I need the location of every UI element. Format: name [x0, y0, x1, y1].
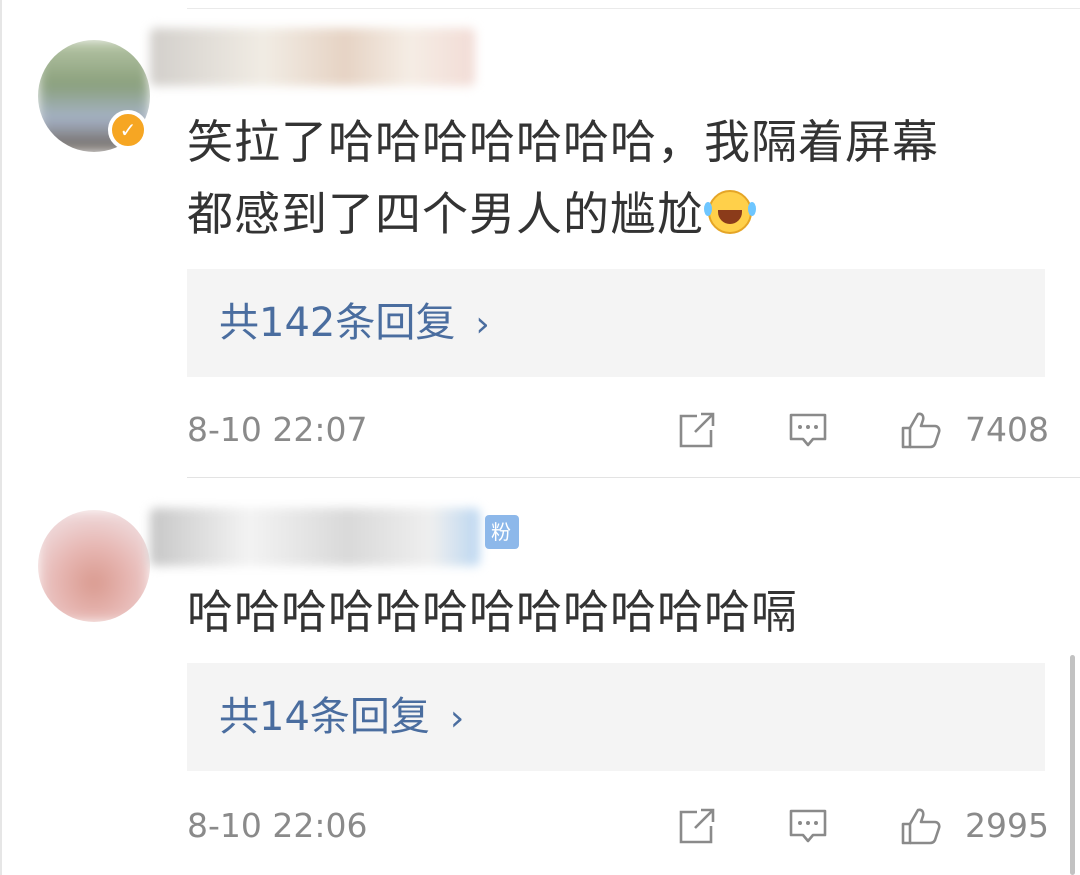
comment-body: 笑拉了哈哈哈哈哈哈哈，我隔着屏幕 都感到了四个男人的尴尬	[187, 115, 939, 241]
chevron-right-icon: ›	[475, 304, 490, 345]
scrollbar[interactable]	[1070, 655, 1075, 875]
comment-text: 哈哈哈哈哈哈哈哈哈哈哈哈嗝	[187, 585, 798, 639]
replies-count-label: 共142条回复	[219, 300, 456, 346]
replies-box[interactable]: 共142条回复 ›	[187, 269, 1045, 377]
comment-actions: 8-10 22:06 2995	[187, 796, 1049, 856]
view-replies-link[interactable]: 共14条回复 ›	[219, 663, 464, 773]
view-replies-link[interactable]: 共142条回复 ›	[219, 269, 490, 379]
comment-icon[interactable]	[787, 410, 829, 450]
username-redacted[interactable]	[150, 508, 480, 566]
replies-box[interactable]: 共14条回复 ›	[187, 663, 1045, 771]
comment-text: 笑拉了哈哈哈哈哈哈哈，我隔着屏幕 都感到了四个男人的尴尬	[187, 106, 1037, 250]
thumbs-up-icon[interactable]	[899, 806, 941, 846]
share-icon[interactable]	[675, 806, 717, 846]
avatar[interactable]	[38, 510, 150, 622]
comment-item: 粉 哈哈哈哈哈哈哈哈哈哈哈哈嗝 共14条回复 › 8-10 22:06 2995	[0, 478, 1080, 875]
thumbs-up-icon[interactable]	[899, 410, 941, 450]
comment-icon[interactable]	[787, 806, 829, 846]
username-redacted[interactable]	[150, 28, 475, 86]
like-count: 7408	[965, 410, 1049, 449]
laughing-crying-emoji-icon	[704, 190, 752, 234]
replies-count-label: 共14条回复	[219, 694, 430, 740]
comment-item: ✓ 笑拉了哈哈哈哈哈哈哈，我隔着屏幕 都感到了四个男人的尴尬 共142条回复 › …	[0, 0, 1080, 478]
share-icon[interactable]	[675, 410, 717, 450]
weibo-comment-thread: ✓ 笑拉了哈哈哈哈哈哈哈，我隔着屏幕 都感到了四个男人的尴尬 共142条回复 › …	[0, 0, 1080, 875]
like-count: 2995	[965, 806, 1049, 845]
comment-timestamp: 8-10 22:06	[187, 806, 368, 845]
comment-actions: 8-10 22:07 7408	[187, 400, 1049, 460]
avatar-image-blurred	[38, 510, 150, 622]
comment-timestamp: 8-10 22:07	[187, 410, 368, 449]
fan-badge: 粉	[485, 515, 519, 549]
verified-badge-icon: ✓	[108, 110, 148, 150]
chevron-right-icon: ›	[449, 698, 465, 739]
